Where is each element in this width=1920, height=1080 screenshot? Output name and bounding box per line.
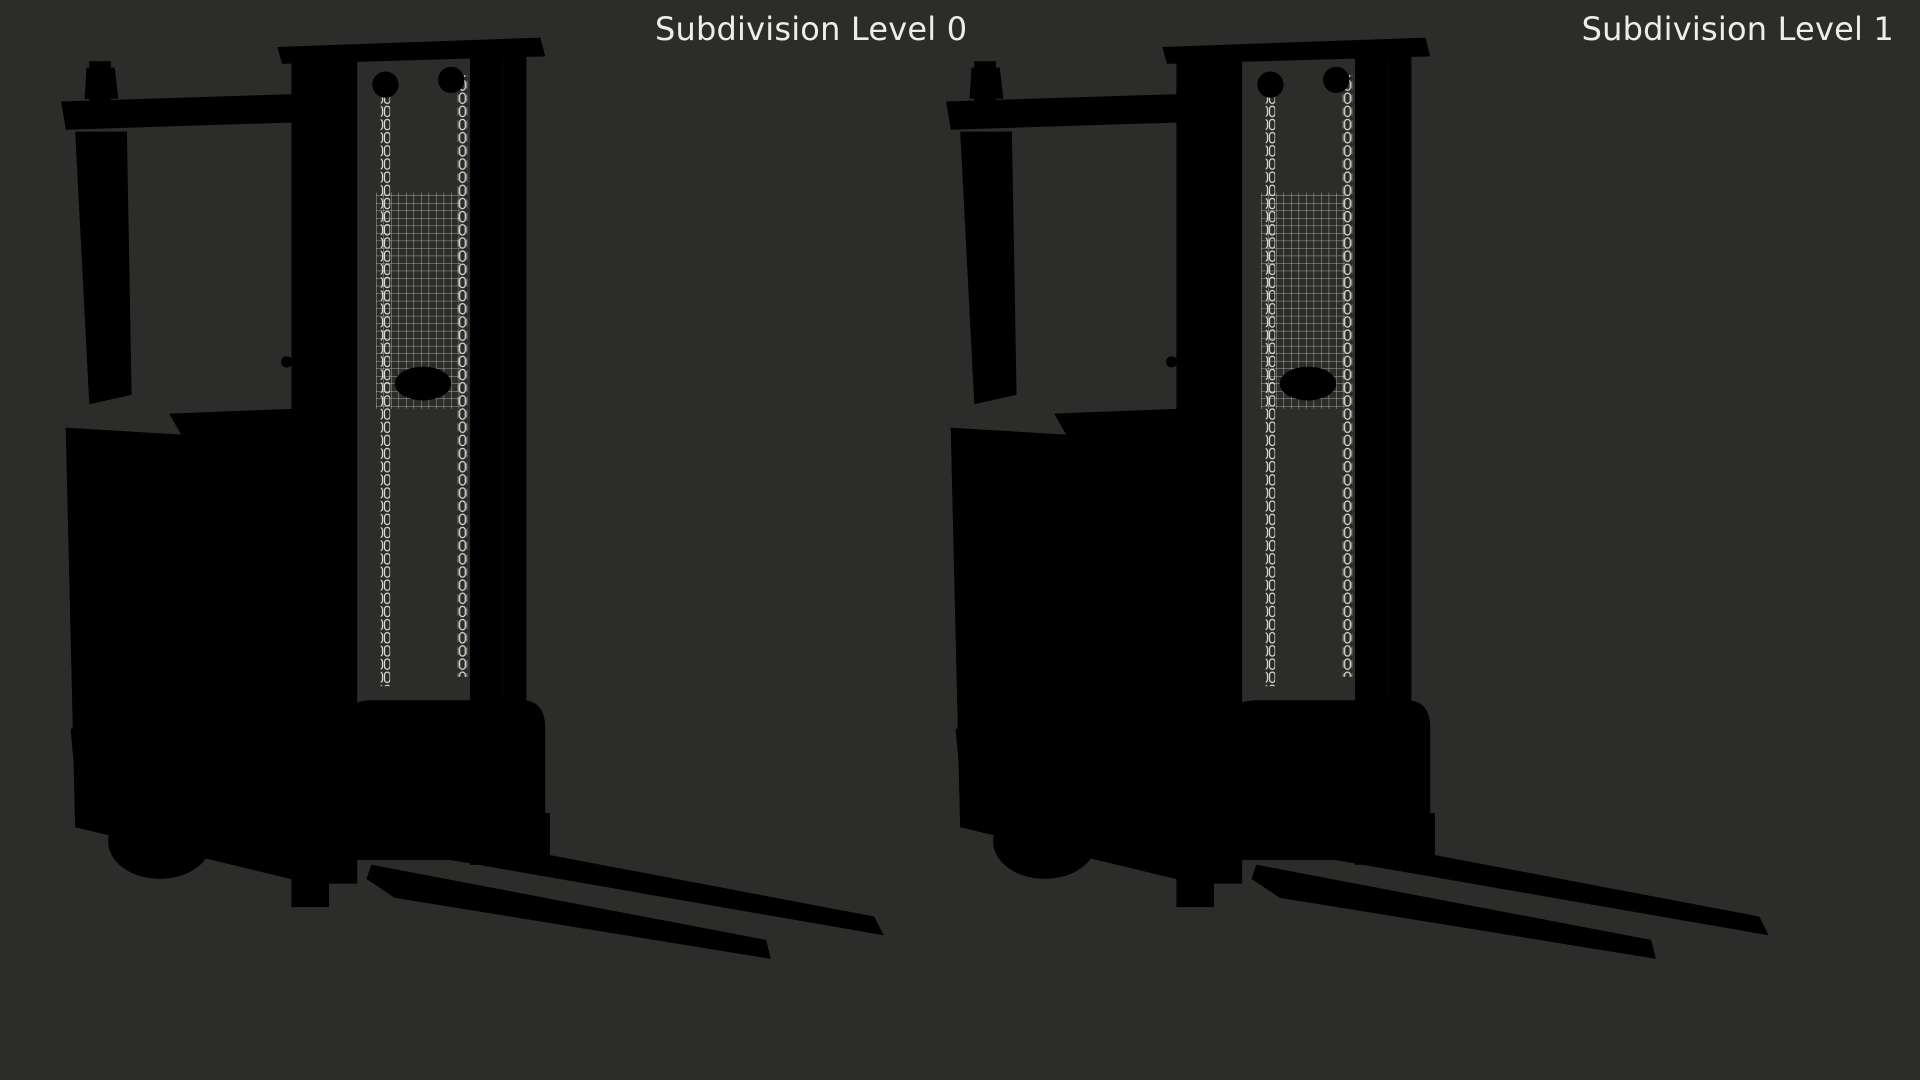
forklift-level-0: .lvl0 .fill { fill: url(#wire0); stroke:… bbox=[61, 37, 884, 959]
render-viewport: Subdivision Level 0 Subdivision Level 1 bbox=[0, 0, 1920, 1080]
forklift-renders: .lvl0 .fill { fill: url(#wire0); stroke:… bbox=[61, 37, 1769, 959]
forklift-level-1 bbox=[946, 37, 1769, 959]
